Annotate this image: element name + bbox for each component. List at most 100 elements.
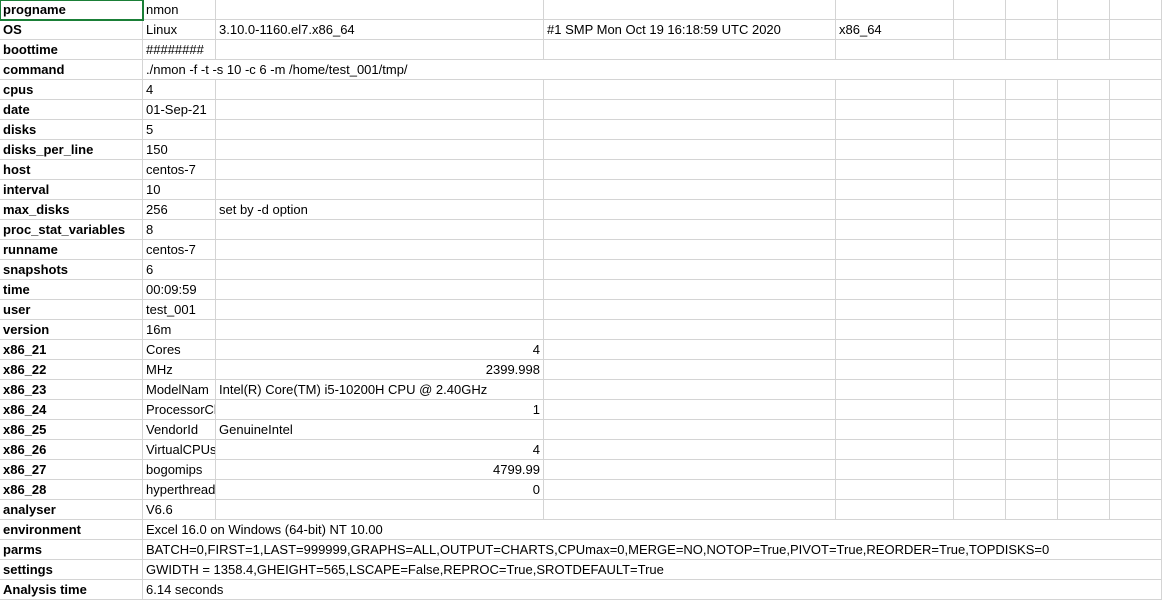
data-cell[interactable] bbox=[1110, 40, 1162, 60]
data-cell[interactable] bbox=[1110, 220, 1162, 240]
data-cell[interactable] bbox=[1006, 500, 1058, 520]
data-cell[interactable]: 6 bbox=[143, 260, 216, 280]
row-label[interactable]: user bbox=[0, 300, 143, 320]
data-cell[interactable] bbox=[544, 240, 836, 260]
data-cell[interactable]: 4799.99 bbox=[216, 460, 544, 480]
data-cell[interactable] bbox=[836, 260, 954, 280]
data-cell[interactable] bbox=[1110, 200, 1162, 220]
data-cell[interactable] bbox=[1058, 200, 1110, 220]
row-label[interactable]: OS bbox=[0, 20, 143, 40]
row-label[interactable]: disks_per_line bbox=[0, 140, 143, 160]
data-cell[interactable]: 8 bbox=[143, 220, 216, 240]
data-cell[interactable] bbox=[544, 360, 836, 380]
data-cell[interactable] bbox=[216, 160, 544, 180]
data-cell[interactable] bbox=[954, 180, 1006, 200]
row-label[interactable]: Analysis time bbox=[0, 580, 143, 600]
data-cell[interactable]: BATCH=0,FIRST=1,LAST=999999,GRAPHS=ALL,O… bbox=[143, 540, 1162, 560]
data-cell[interactable] bbox=[954, 160, 1006, 180]
data-cell[interactable]: ModelNam bbox=[143, 380, 216, 400]
data-cell[interactable] bbox=[544, 0, 836, 20]
data-cell[interactable] bbox=[836, 140, 954, 160]
data-cell[interactable] bbox=[1058, 140, 1110, 160]
data-cell[interactable] bbox=[954, 440, 1006, 460]
data-cell[interactable] bbox=[954, 260, 1006, 280]
data-cell[interactable] bbox=[1058, 400, 1110, 420]
data-cell[interactable] bbox=[544, 320, 836, 340]
data-cell[interactable] bbox=[836, 0, 954, 20]
data-cell[interactable] bbox=[1006, 20, 1058, 40]
data-cell[interactable] bbox=[1058, 280, 1110, 300]
data-cell[interactable]: x86_64 bbox=[836, 20, 954, 40]
data-cell[interactable] bbox=[1058, 300, 1110, 320]
data-cell[interactable]: 10 bbox=[143, 180, 216, 200]
data-cell[interactable] bbox=[1110, 0, 1162, 20]
data-cell[interactable] bbox=[216, 80, 544, 100]
data-cell[interactable]: ######## bbox=[143, 40, 216, 60]
data-cell[interactable] bbox=[216, 240, 544, 260]
data-cell[interactable] bbox=[544, 120, 836, 140]
data-cell[interactable] bbox=[836, 420, 954, 440]
data-cell[interactable] bbox=[1110, 100, 1162, 120]
data-cell[interactable] bbox=[1006, 180, 1058, 200]
data-cell[interactable] bbox=[1058, 180, 1110, 200]
data-cell[interactable] bbox=[1058, 360, 1110, 380]
data-cell[interactable] bbox=[1110, 380, 1162, 400]
data-cell[interactable] bbox=[1110, 140, 1162, 160]
row-label[interactable]: time bbox=[0, 280, 143, 300]
data-cell[interactable] bbox=[1110, 160, 1162, 180]
data-cell[interactable] bbox=[954, 280, 1006, 300]
data-cell[interactable] bbox=[1006, 240, 1058, 260]
row-label[interactable]: version bbox=[0, 320, 143, 340]
data-cell[interactable] bbox=[954, 20, 1006, 40]
data-cell[interactable] bbox=[836, 160, 954, 180]
data-cell[interactable] bbox=[954, 400, 1006, 420]
data-cell[interactable] bbox=[1006, 340, 1058, 360]
data-cell[interactable] bbox=[836, 400, 954, 420]
data-cell[interactable] bbox=[1110, 260, 1162, 280]
data-cell[interactable]: Excel 16.0 on Windows (64-bit) NT 10.00 bbox=[143, 520, 1162, 540]
data-cell[interactable] bbox=[1110, 320, 1162, 340]
data-cell[interactable] bbox=[216, 100, 544, 120]
data-cell[interactable] bbox=[544, 260, 836, 280]
data-cell[interactable] bbox=[1006, 460, 1058, 480]
data-cell[interactable] bbox=[544, 160, 836, 180]
data-cell[interactable] bbox=[1006, 220, 1058, 240]
data-cell[interactable] bbox=[544, 380, 836, 400]
data-cell[interactable] bbox=[954, 480, 1006, 500]
data-cell[interactable] bbox=[836, 340, 954, 360]
data-cell[interactable] bbox=[1006, 300, 1058, 320]
data-cell[interactable] bbox=[1058, 100, 1110, 120]
data-cell[interactable] bbox=[1058, 0, 1110, 20]
data-cell[interactable] bbox=[836, 300, 954, 320]
data-cell[interactable] bbox=[1006, 400, 1058, 420]
data-cell[interactable]: centos-7 bbox=[143, 240, 216, 260]
data-cell[interactable] bbox=[1006, 280, 1058, 300]
data-cell[interactable] bbox=[216, 180, 544, 200]
row-label[interactable]: proc_stat_variables bbox=[0, 220, 143, 240]
data-cell[interactable] bbox=[1110, 240, 1162, 260]
data-cell[interactable]: nmon bbox=[143, 0, 216, 20]
data-cell[interactable]: 3.10.0-1160.el7.x86_64 bbox=[216, 20, 544, 40]
data-cell[interactable] bbox=[216, 320, 544, 340]
row-label[interactable]: x86_25 bbox=[0, 420, 143, 440]
data-cell[interactable] bbox=[1110, 420, 1162, 440]
data-cell[interactable] bbox=[1110, 80, 1162, 100]
data-cell[interactable] bbox=[954, 220, 1006, 240]
data-cell[interactable] bbox=[836, 240, 954, 260]
data-cell[interactable] bbox=[1058, 460, 1110, 480]
data-cell[interactable]: 4 bbox=[216, 440, 544, 460]
data-cell[interactable] bbox=[1006, 140, 1058, 160]
data-cell[interactable] bbox=[954, 300, 1006, 320]
row-label[interactable]: runname bbox=[0, 240, 143, 260]
data-cell[interactable] bbox=[216, 260, 544, 280]
data-cell[interactable] bbox=[1006, 100, 1058, 120]
data-cell[interactable]: Cores bbox=[143, 340, 216, 360]
data-cell[interactable] bbox=[954, 140, 1006, 160]
data-cell[interactable] bbox=[836, 480, 954, 500]
data-cell[interactable] bbox=[954, 320, 1006, 340]
data-cell[interactable]: 00:09:59 bbox=[143, 280, 216, 300]
data-cell[interactable] bbox=[544, 220, 836, 240]
data-cell[interactable] bbox=[954, 420, 1006, 440]
data-cell[interactable] bbox=[1058, 440, 1110, 460]
row-label[interactable]: settings bbox=[0, 560, 143, 580]
